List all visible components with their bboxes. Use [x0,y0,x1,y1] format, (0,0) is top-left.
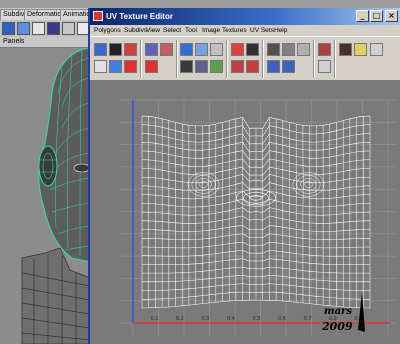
watermark-name: mars [324,306,352,317]
rotate-cw-icon[interactable] [145,60,158,73]
grid-tick-label: 0.2 [176,316,184,322]
menu-tool[interactable]: Tool [185,26,197,35]
display-image-icon[interactable] [370,43,383,56]
uv-texture-editor-window: UV Texture Editor _ □ × Polygons Subdivs… [88,8,400,344]
uv-snapshot-icon[interactable] [339,43,352,56]
menu-uv-sets[interactable]: UV Sets [250,26,274,35]
toolbar-separator [176,40,178,78]
relax-icon[interactable] [210,60,223,73]
head-wireframe-mesh [21,48,91,344]
uv-lattice-tool-icon[interactable] [94,43,107,56]
right-eye-loop [296,175,321,194]
isolate-select-icon[interactable] [267,43,280,56]
watermark-mark [358,292,365,332]
grid-tick-label: 0.3 [202,316,210,322]
poly-sphere-icon[interactable] [2,22,15,35]
watermark-year: 2009 [321,320,353,333]
cut-uv-edges-icon[interactable] [180,43,193,56]
uv-select-icon[interactable] [109,60,122,73]
poly-cube-icon[interactable] [17,22,30,35]
pin-uv-icon[interactable] [318,43,331,56]
right-eye-loop [292,172,325,197]
grid-tick-label: 0.6 [278,316,286,322]
flip-v-icon[interactable] [160,43,173,56]
window-title: UV Texture Editor [106,12,173,21]
title-bar[interactable]: UV Texture Editor _ □ × [90,8,400,25]
shelf-tab-deformation[interactable]: Deformation [24,9,64,20]
uv-toolbar [90,36,400,81]
move-uv-shell-icon[interactable] [109,43,122,56]
poly-plane-icon[interactable] [47,22,60,35]
toggle-shaded-icon[interactable] [318,60,331,73]
toolbar-separator [334,40,336,78]
grid-tick-label: 0.4 [227,316,235,322]
toolbar-separator [140,40,142,78]
menu-polygons[interactable]: Polygons [94,26,121,35]
smudge-uv-icon[interactable] [124,43,137,56]
menu-textures[interactable]: Textures [222,26,247,35]
grid-tick-label: 0.7 [304,316,312,322]
menu-subdivs[interactable]: Subdivs [124,26,147,35]
menu-view[interactable]: View [146,26,160,35]
sew-uv-edges-icon[interactable] [195,43,208,56]
flip-u-icon[interactable] [145,43,158,56]
grid-tick-label: 0.1 [151,316,159,322]
toolbar-separator [262,40,264,78]
align-min-u-icon[interactable] [231,60,244,73]
maximize-button[interactable]: □ [370,10,383,22]
window-app-icon [93,11,103,21]
left-eye-loop [191,175,216,194]
isolate-remove-icon[interactable] [297,43,310,56]
grid-uvs-icon[interactable] [231,43,244,56]
uv-grid [120,99,396,336]
menu-bar: Polygons Subdivs View Select Tool Image … [90,25,400,36]
split-uvs-icon[interactable] [210,43,223,56]
right-eye-loop [300,178,317,191]
poly-cylinder-icon[interactable] [32,22,45,35]
toolbar-separator [313,40,315,78]
menu-help[interactable]: Help [274,26,287,35]
grid-tick-label: 0.5 [253,316,261,322]
align-min-v-icon[interactable] [267,60,280,73]
unfold-icon[interactable] [180,60,193,73]
layout-icon[interactable] [195,60,208,73]
isolate-add-icon[interactable] [282,43,295,56]
uv-canvas[interactable]: 0.1 0.2 0.3 0.4 0.5 0.6 0.7 0.8 0.9 mars 2009 [90,80,400,344]
left-eye-loop [187,172,220,197]
toolbar-separator [226,40,228,78]
close-button[interactable]: × [385,10,398,22]
extrude-icon[interactable] [62,22,75,35]
image-range-icon[interactable] [354,43,367,56]
minimize-button[interactable]: _ [356,10,369,22]
rotate-ccw-icon[interactable] [124,60,137,73]
menu-image[interactable]: Image [202,26,220,35]
menu-select[interactable]: Select [163,26,181,35]
checker-icon[interactable] [246,43,259,56]
left-eye-loop [195,178,212,191]
align-max-v-icon[interactable] [282,60,295,73]
select-icon[interactable] [94,60,107,73]
align-max-u-icon[interactable] [246,60,259,73]
